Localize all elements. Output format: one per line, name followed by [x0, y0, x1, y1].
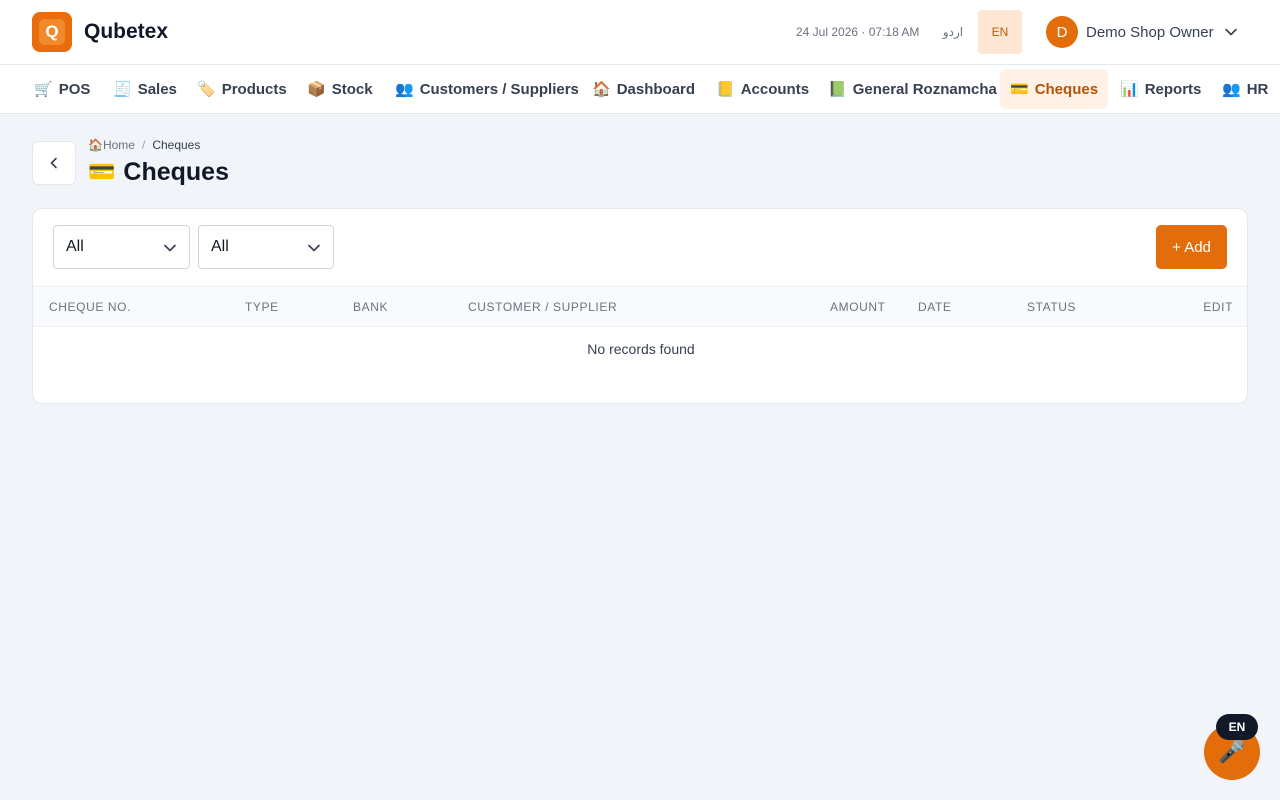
select-value: All [211, 238, 229, 255]
column-header-type[interactable]: TYPE [245, 300, 279, 314]
nav-item-products[interactable]: 🏷️ Products [187, 69, 297, 109]
people-icon: 👥 [395, 80, 414, 98]
nav-item-label: Stock [331, 80, 373, 98]
back-button[interactable] [32, 141, 76, 185]
cheque-type-filter[interactable]: All [53, 225, 190, 269]
chevron-down-icon [1224, 28, 1237, 36]
language-english-button[interactable]: EN [978, 10, 1022, 54]
page-title: 💳 Cheques [88, 158, 229, 187]
user-name: Demo Shop Owner [1086, 23, 1214, 41]
receipt-icon: 🧾 [113, 80, 132, 98]
column-header-date[interactable]: DATE [918, 300, 952, 314]
column-header-cheque-no[interactable]: CHEQUE NO. [49, 300, 131, 314]
home-icon: 🏠 [88, 138, 103, 152]
add-cheque-button[interactable]: + Add [1156, 225, 1227, 269]
column-header-bank[interactable]: BANK [353, 300, 388, 314]
nav-item-label: General Roznamcha [852, 80, 997, 98]
main-nav: 🛒 POS 🧾 Sales 🏷️ Products 📦 Stock 👥 Cust… [0, 65, 1280, 114]
logo[interactable]: Q [32, 12, 72, 52]
nav-item-sales[interactable]: 🧾 Sales [103, 69, 187, 109]
nav-item-customers-suppliers[interactable]: 👥 Customers / Suppliers [385, 69, 589, 109]
microphone-icon: 🎤 [1218, 739, 1246, 765]
logo-mark: Q [39, 19, 65, 45]
credit-card-icon: 💳 [1010, 80, 1029, 98]
chevron-down-icon [164, 244, 176, 252]
nav-item-hr[interactable]: 👥 HR [1212, 69, 1278, 109]
breadcrumb: 🏠 Home / Cheques [88, 138, 200, 152]
nav-item-label: Dashboard [616, 80, 696, 98]
nav-item-label: Accounts [740, 80, 810, 98]
package-icon: 📦 [307, 80, 326, 98]
column-header-status[interactable]: STATUS [1027, 300, 1076, 314]
nav-item-general-roznamcha[interactable]: 📗 General Roznamcha [818, 69, 1007, 109]
table-header: CHEQUE NO. TYPE BANK CUSTOMER / SUPPLIER… [33, 286, 1247, 327]
nav-item-pos[interactable]: 🛒 POS [24, 69, 100, 109]
cheque-status-filter[interactable]: All [198, 225, 334, 269]
breadcrumb-separator: / [141, 138, 146, 152]
page-title-text: Cheques [123, 158, 229, 186]
credit-card-icon: 💳 [88, 160, 116, 185]
brand-name[interactable]: Qubetex [84, 20, 168, 44]
nav-item-reports[interactable]: 📊 Reports [1110, 69, 1211, 109]
green-book-icon: 📗 [828, 80, 847, 98]
chevron-down-icon [308, 244, 320, 252]
current-datetime: 24 Jul 2026 · 07:18 AM [796, 25, 920, 39]
nav-item-label: POS [58, 80, 91, 98]
nav-item-stock[interactable]: 📦 Stock [297, 69, 383, 109]
breadcrumb-current: Cheques [152, 138, 201, 152]
column-header-amount[interactable]: AMOUNT [830, 300, 886, 314]
tag-icon: 🏷️ [197, 80, 216, 98]
nav-item-dashboard[interactable]: 🏠 Dashboard [582, 69, 705, 109]
language-urdu-button[interactable]: اردو [940, 22, 966, 42]
nav-item-label: Reports [1144, 80, 1202, 98]
nav-item-label: Sales [137, 80, 177, 98]
nav-item-label: Customers / Suppliers [419, 80, 579, 98]
voice-language-badge[interactable]: EN [1216, 714, 1258, 740]
nav-item-cheques[interactable]: 💳 Cheques [1000, 69, 1109, 109]
nav-item-accounts[interactable]: 📒 Accounts [706, 69, 819, 109]
avatar: D [1046, 16, 1078, 48]
bar-chart-icon: 📊 [1120, 80, 1139, 98]
nav-item-label: HR [1246, 80, 1269, 98]
empty-state-message: No records found [587, 341, 695, 357]
select-value: All [66, 238, 84, 255]
people-icon: 👥 [1222, 80, 1241, 98]
nav-item-label: Cheques [1034, 80, 1099, 98]
ledger-icon: 📒 [716, 80, 735, 98]
nav-item-label: Products [221, 80, 287, 98]
house-icon: 🏠 [592, 80, 611, 98]
breadcrumb-home-link[interactable]: Home [103, 138, 135, 152]
top-bar: Q Qubetex 24 Jul 2026 · 07:18 AM اردو EN… [0, 0, 1280, 65]
cart-icon: 🛒 [34, 80, 53, 98]
column-header-edit: EDIT [1203, 300, 1233, 314]
column-header-customer-supplier[interactable]: CUSTOMER / SUPPLIER [468, 300, 617, 314]
chevron-left-icon [50, 157, 57, 169]
user-menu[interactable]: D Demo Shop Owner [1046, 16, 1238, 48]
cheques-card: All All + Add CHEQUE NO. TYPE BANK CUSTO… [32, 208, 1248, 404]
